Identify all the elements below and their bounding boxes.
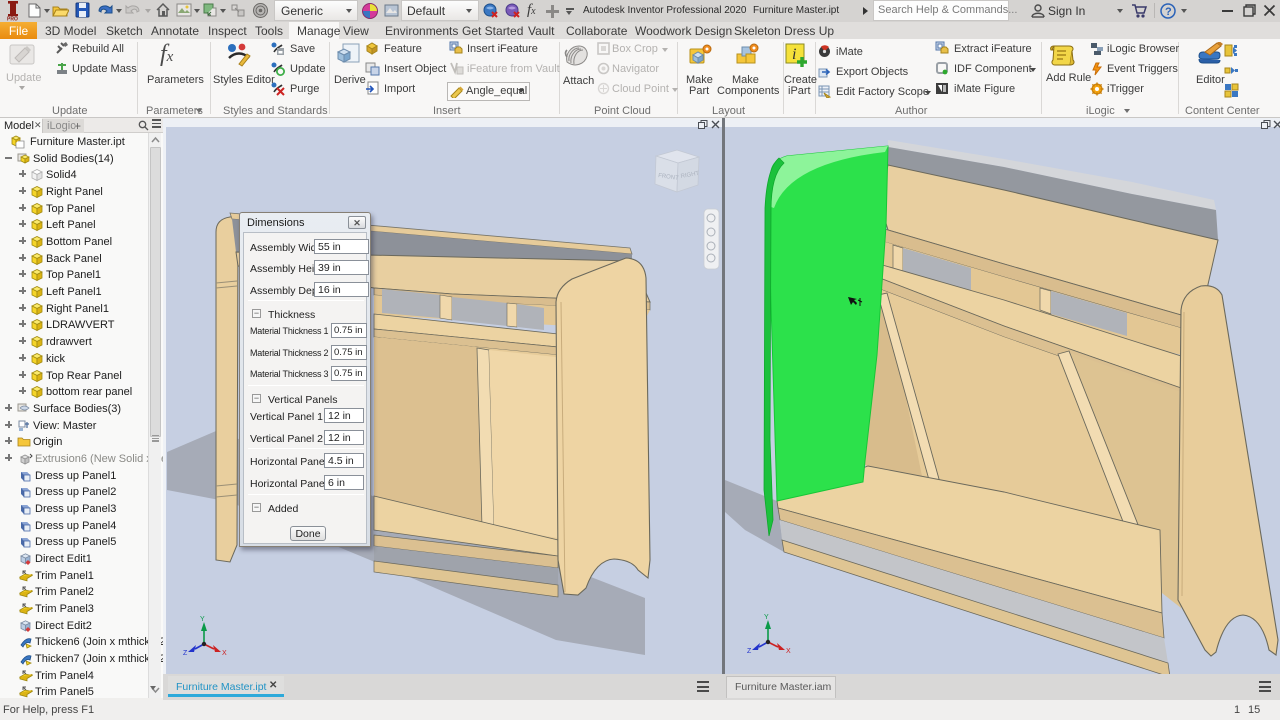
svg-text:Y: Y [200, 616, 205, 623]
svg-text:PRO: PRO [7, 17, 18, 22]
svg-text:X: X [786, 648, 791, 655]
svg-text:Y: Y [764, 614, 769, 621]
svg-text:Z: Z [747, 648, 752, 655]
svg-text:X: X [222, 650, 227, 657]
svg-text:Z: Z [183, 650, 188, 657]
svg-text:?: ? [1165, 6, 1172, 18]
svg-text:i: i [792, 46, 796, 63]
